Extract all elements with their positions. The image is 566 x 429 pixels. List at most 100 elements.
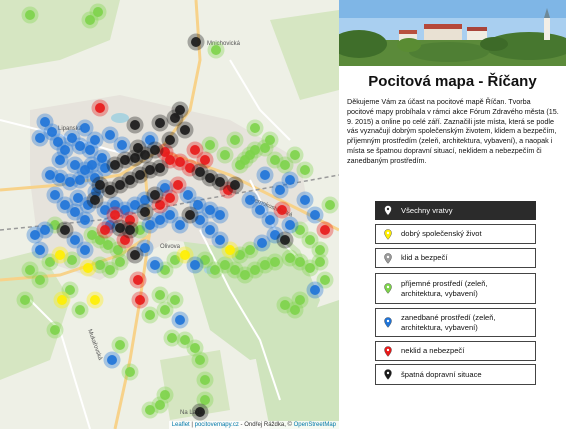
- map-marker[interactable]: [280, 235, 290, 245]
- map-marker[interactable]: [130, 250, 140, 260]
- map-marker[interactable]: [270, 257, 280, 267]
- map-marker[interactable]: [75, 305, 85, 315]
- map-marker[interactable]: [191, 37, 201, 47]
- map-marker[interactable]: [215, 210, 225, 220]
- map-marker[interactable]: [175, 105, 185, 115]
- map-marker[interactable]: [255, 205, 265, 215]
- map-marker[interactable]: [135, 295, 145, 305]
- map-marker[interactable]: [35, 275, 45, 285]
- map-marker[interactable]: [107, 355, 117, 365]
- map-marker[interactable]: [115, 257, 125, 267]
- map-marker[interactable]: [90, 195, 100, 205]
- map-marker[interactable]: [155, 290, 165, 300]
- map-marker[interactable]: [275, 185, 285, 195]
- map-marker[interactable]: [125, 367, 135, 377]
- map-marker[interactable]: [90, 295, 100, 305]
- map-marker[interactable]: [45, 170, 55, 180]
- map-marker[interactable]: [225, 245, 235, 255]
- map-marker[interactable]: [245, 195, 255, 205]
- map-marker[interactable]: [300, 165, 310, 175]
- filter-calm-safety-button[interactable]: klid a bezpečí: [375, 248, 536, 268]
- map-marker[interactable]: [60, 225, 70, 235]
- map-marker[interactable]: [280, 160, 290, 170]
- map-marker[interactable]: [200, 155, 210, 165]
- map-marker[interactable]: [230, 180, 240, 190]
- site-link[interactable]: pocitovemapy.cz: [195, 422, 239, 428]
- map-marker[interactable]: [180, 125, 190, 135]
- map-marker[interactable]: [211, 45, 221, 55]
- map-marker[interactable]: [165, 135, 175, 145]
- map-marker[interactable]: [310, 285, 320, 295]
- map-marker[interactable]: [35, 133, 45, 143]
- map-marker[interactable]: [325, 200, 335, 210]
- filter-neglected-environment-button[interactable]: zanedbané prostředí (zeleň, architektura…: [375, 308, 536, 337]
- map-marker[interactable]: [300, 195, 310, 205]
- map-marker[interactable]: [320, 225, 330, 235]
- map-marker[interactable]: [180, 250, 190, 260]
- map-marker[interactable]: [175, 315, 185, 325]
- map-marker[interactable]: [57, 295, 67, 305]
- map-marker[interactable]: [80, 245, 90, 255]
- map-marker[interactable]: [70, 235, 80, 245]
- map-marker[interactable]: [277, 205, 287, 215]
- filter-pleasant-environment-button[interactable]: příjemné prostředí (zeleň, architektura,…: [375, 273, 536, 304]
- map-marker[interactable]: [190, 145, 200, 155]
- map-marker[interactable]: [310, 210, 320, 220]
- map-marker[interactable]: [133, 275, 143, 285]
- map-marker[interactable]: [183, 190, 193, 200]
- map-marker[interactable]: [150, 145, 160, 155]
- map-marker[interactable]: [155, 163, 165, 173]
- map-marker[interactable]: [85, 15, 95, 25]
- map-marker[interactable]: [205, 140, 215, 150]
- map-marker[interactable]: [220, 150, 230, 160]
- map-marker[interactable]: [83, 263, 93, 273]
- map-marker[interactable]: [55, 250, 65, 260]
- map-marker[interactable]: [175, 220, 185, 230]
- map-marker[interactable]: [133, 143, 143, 153]
- map-marker[interactable]: [257, 238, 267, 248]
- map-marker[interactable]: [205, 225, 215, 235]
- map-marker[interactable]: [265, 135, 275, 145]
- map-marker[interactable]: [20, 295, 30, 305]
- map-marker[interactable]: [167, 333, 177, 343]
- map-marker[interactable]: [145, 405, 155, 415]
- filter-bad-traffic-button[interactable]: špatná dopravní situace: [375, 364, 536, 385]
- map-marker[interactable]: [280, 300, 290, 310]
- map-marker[interactable]: [173, 180, 183, 190]
- map-marker[interactable]: [185, 210, 195, 220]
- map-marker[interactable]: [145, 310, 155, 320]
- map-marker[interactable]: [305, 235, 315, 245]
- map-marker[interactable]: [110, 210, 120, 220]
- map-marker[interactable]: [285, 220, 295, 230]
- osm-link[interactable]: OpenStreetMap: [294, 422, 336, 428]
- map-marker[interactable]: [25, 10, 35, 20]
- map-marker[interactable]: [215, 235, 225, 245]
- map-marker[interactable]: [117, 140, 127, 150]
- map-marker[interactable]: [87, 160, 97, 170]
- map-marker[interactable]: [25, 265, 35, 275]
- map-marker[interactable]: [290, 150, 300, 160]
- feeling-map[interactable]: Mnichovická Lipanská Na Ladě Mukařovská …: [0, 0, 339, 429]
- map-marker[interactable]: [285, 175, 295, 185]
- map-marker[interactable]: [235, 160, 245, 170]
- map-marker[interactable]: [215, 177, 225, 187]
- map-marker[interactable]: [35, 245, 45, 255]
- map-marker[interactable]: [190, 260, 200, 270]
- map-marker[interactable]: [145, 220, 155, 230]
- map-marker[interactable]: [230, 135, 240, 145]
- map-marker[interactable]: [250, 123, 260, 133]
- map-marker[interactable]: [73, 193, 83, 203]
- filter-all-button[interactable]: Všechny vratvy: [375, 201, 536, 220]
- map-marker[interactable]: [200, 375, 210, 385]
- leaflet-link[interactable]: Leaflet: [172, 422, 190, 428]
- map-marker[interactable]: [67, 255, 77, 265]
- map-marker[interactable]: [150, 190, 160, 200]
- map-marker[interactable]: [245, 150, 255, 160]
- map-marker[interactable]: [195, 407, 205, 417]
- map-marker[interactable]: [87, 230, 97, 240]
- map-marker[interactable]: [90, 135, 100, 145]
- map-marker[interactable]: [130, 120, 140, 130]
- map-marker[interactable]: [140, 207, 150, 217]
- map-marker[interactable]: [30, 230, 40, 240]
- map-marker[interactable]: [195, 355, 205, 365]
